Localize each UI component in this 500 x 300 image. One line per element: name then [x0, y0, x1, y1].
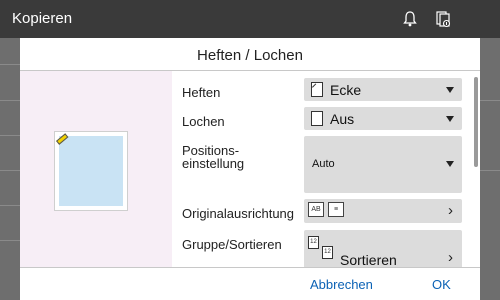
background-divider [0, 100, 20, 101]
ok-button[interactable]: OK [432, 277, 451, 292]
orientation-rotated-icon: ≡ [328, 202, 344, 217]
page-icon [311, 111, 323, 126]
position-select[interactable]: Auto [304, 136, 462, 193]
background-panel-right [480, 38, 500, 300]
bell-icon[interactable] [397, 6, 423, 32]
background-divider [0, 135, 20, 136]
background-divider [480, 170, 500, 171]
job-list-icon[interactable] [430, 6, 456, 32]
dialog-header: Heften / Lochen [20, 38, 480, 71]
scrollbar[interactable] [474, 77, 478, 167]
paper-preview [54, 131, 128, 211]
background-divider [0, 170, 20, 171]
chevron-right-icon: › [448, 202, 453, 219]
position-value: Auto [312, 158, 335, 170]
sort-icon: 12 12 [308, 236, 342, 267]
punch-select[interactable]: Aus [304, 107, 462, 130]
staple-label: Heften [182, 85, 221, 100]
staple-select[interactable]: Ecke [304, 78, 462, 101]
group-sort-button[interactable]: 12 12 Sortieren › [304, 230, 462, 267]
background-divider [480, 100, 500, 101]
background-panel-left [0, 38, 20, 300]
group-sort-value: Sortieren [340, 252, 397, 267]
position-label-line2: einstellung [182, 156, 245, 171]
dialog-title: Heften / Lochen [197, 47, 303, 64]
staple-punch-dialog: Heften / Lochen Heften Ecke Lochen Aus P… [20, 38, 480, 300]
chevron-right-icon: › [448, 249, 453, 266]
background-divider [0, 64, 20, 65]
app-title: Kopieren [12, 10, 73, 27]
dialog-footer: Abbrechen OK [20, 267, 480, 300]
dropdown-arrow-icon [446, 87, 454, 93]
cancel-button[interactable]: Abbrechen [310, 277, 373, 292]
punch-label: Lochen [182, 114, 225, 129]
preview-pane [20, 71, 172, 267]
top-bar: Kopieren [0, 0, 500, 38]
original-orientation-button[interactable]: AB ≡ › [304, 199, 462, 223]
settings-list: Heften Ecke Lochen Aus Positions- einste… [172, 71, 480, 267]
staple-value: Ecke [330, 82, 362, 98]
group-sort-label: Gruppe/Sortieren [182, 237, 282, 252]
page-corner-icon [311, 82, 323, 97]
dropdown-arrow-icon [446, 116, 454, 122]
paper-content [59, 136, 123, 206]
punch-value: Aus [330, 111, 355, 127]
original-orientation-label: Originalausrichtung [182, 206, 295, 221]
background-divider [0, 205, 20, 206]
dropdown-arrow-icon [446, 161, 454, 167]
background-divider [0, 240, 20, 241]
orientation-upright-icon: AB [308, 202, 324, 217]
